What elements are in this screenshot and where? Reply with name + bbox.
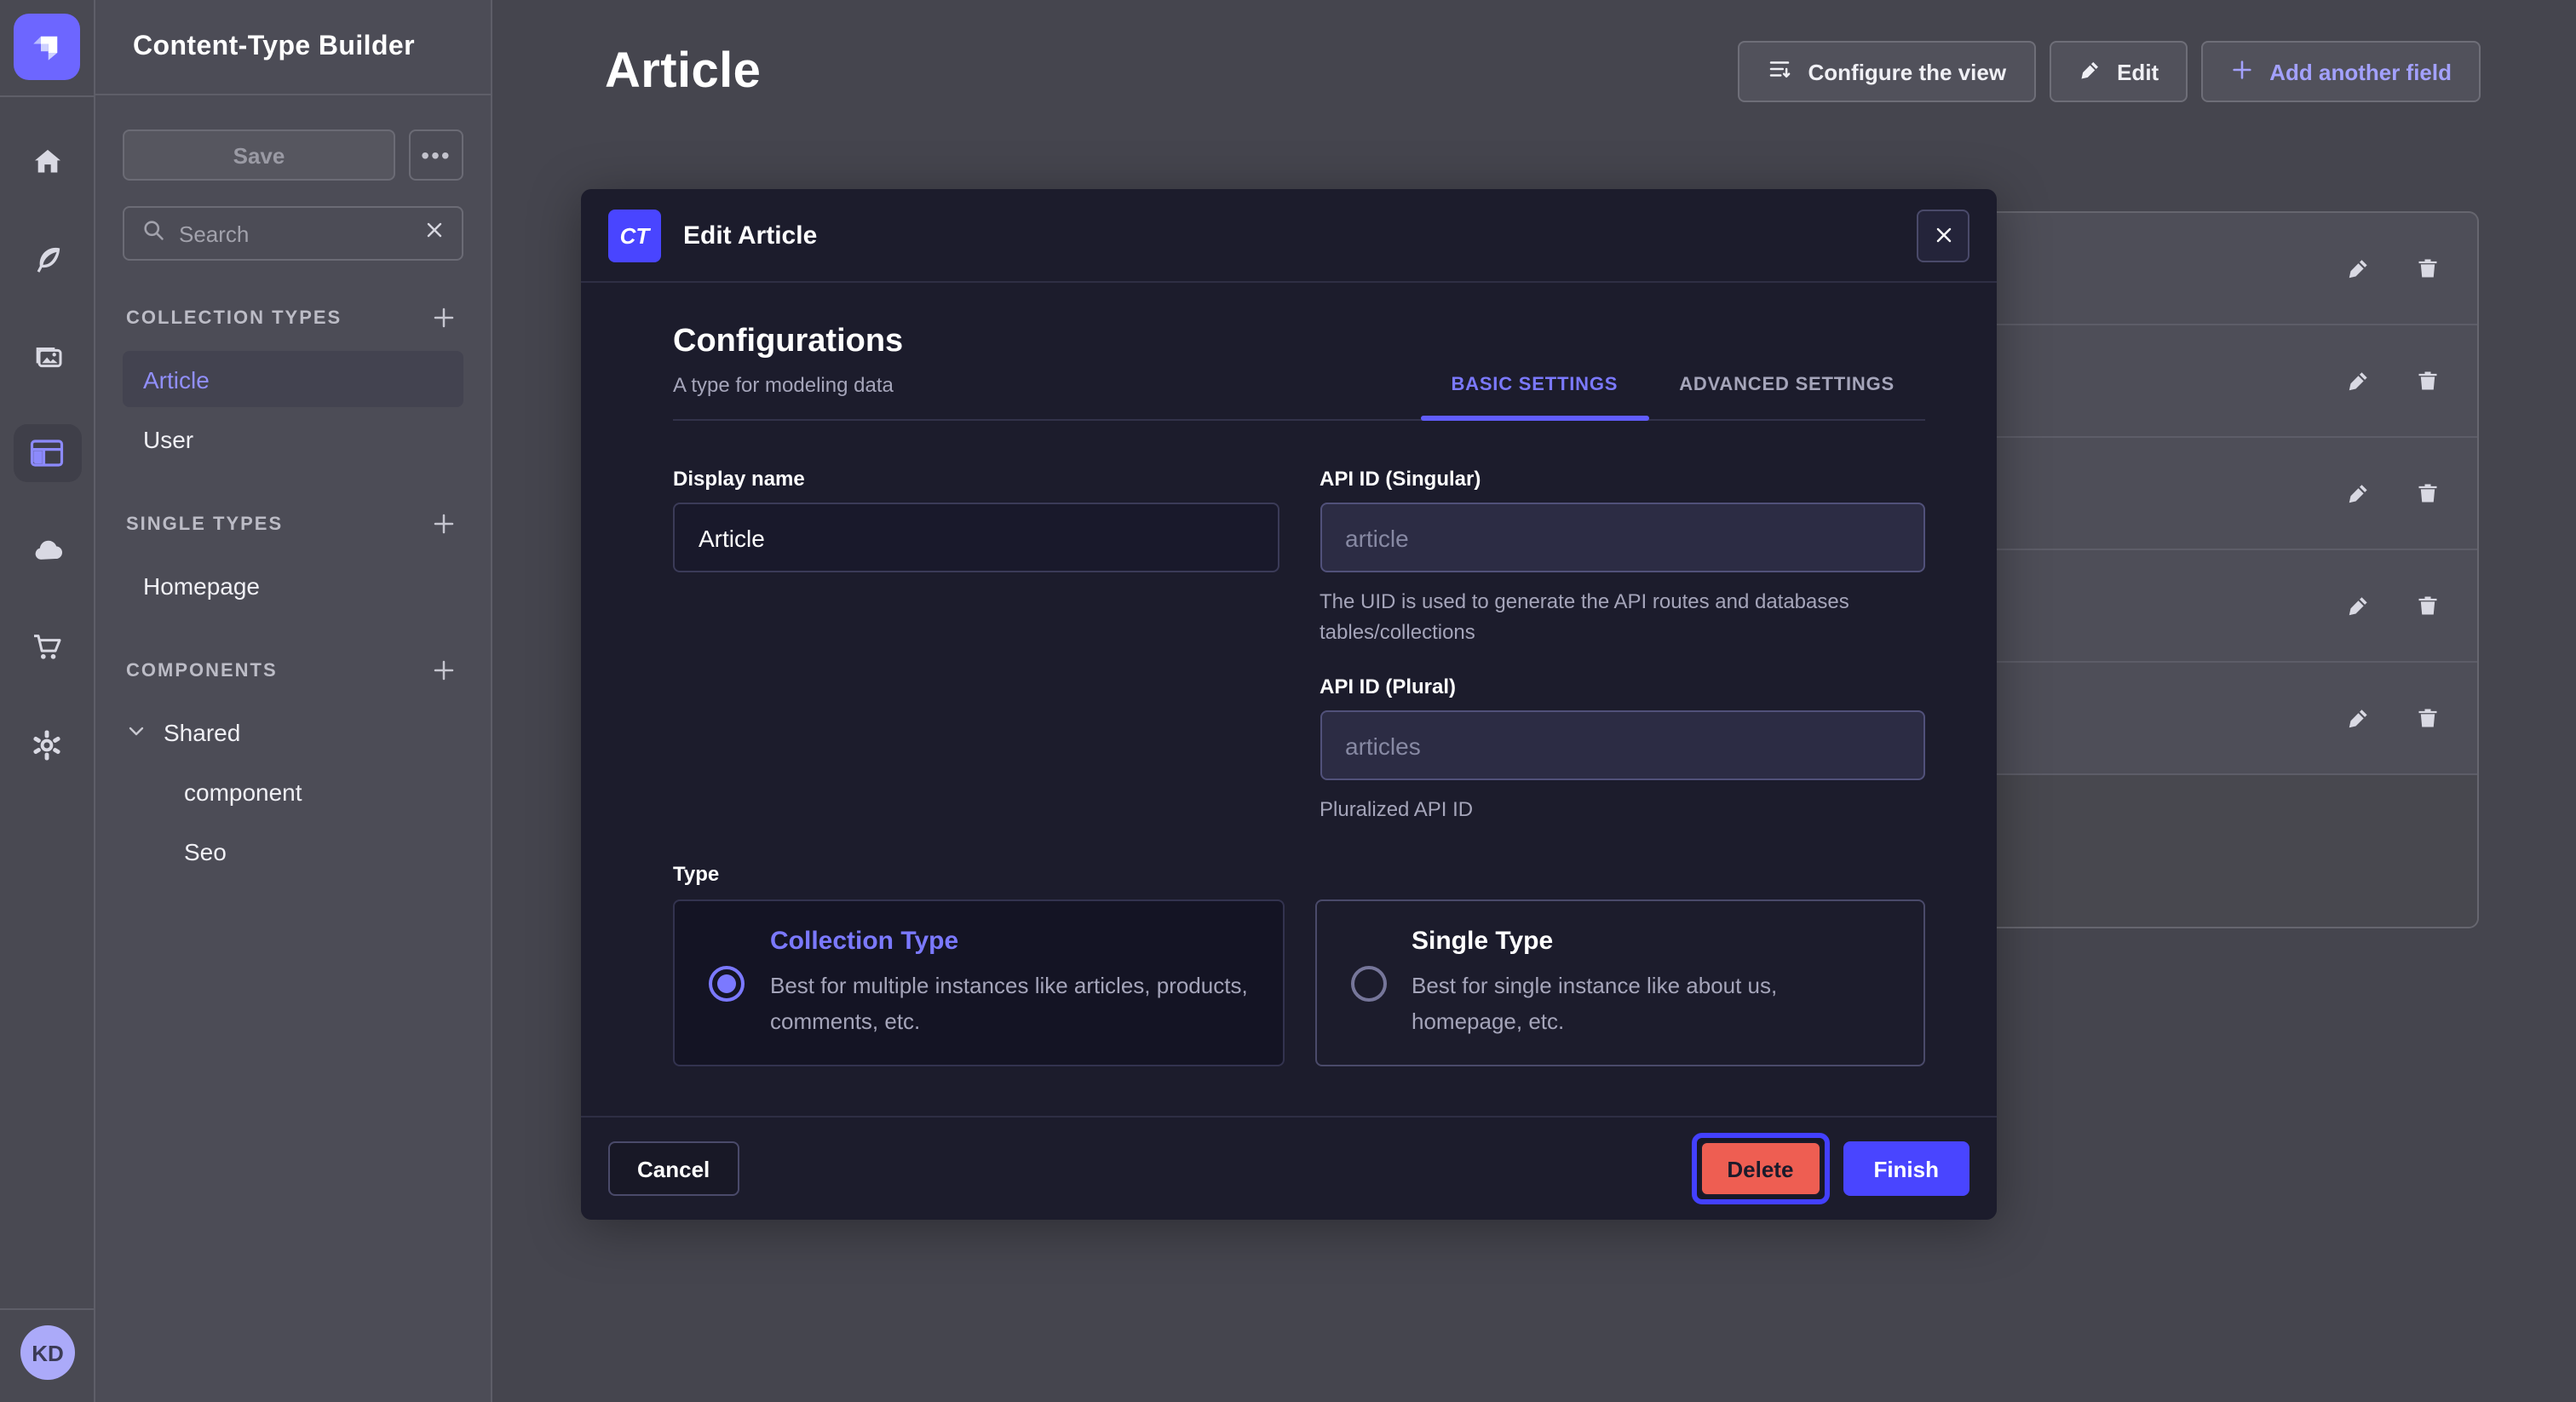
nav-media-library-icon[interactable] xyxy=(13,327,81,385)
display-name-input[interactable] xyxy=(673,503,1279,572)
nav-settings-icon[interactable] xyxy=(13,715,81,773)
nav-home-icon[interactable] xyxy=(13,133,81,191)
delete-button[interactable]: Delete xyxy=(1699,1141,1820,1196)
type-section: Type Collection Type Best for multiple i… xyxy=(673,862,1925,1066)
add-single-type-icon[interactable] xyxy=(428,508,460,540)
sidebar-item-user[interactable]: User xyxy=(123,411,463,467)
search-input[interactable] xyxy=(179,221,411,246)
edit-content-type-modal: CT Edit Article Configurations A type fo… xyxy=(581,189,1997,1220)
sidebar-item-seo[interactable]: Seo xyxy=(123,823,463,879)
rail-footer-divider xyxy=(0,1308,94,1310)
type-label: Type xyxy=(673,862,1925,886)
add-collection-type-icon[interactable] xyxy=(428,302,460,334)
modal-footer: Cancel Delete Finish xyxy=(581,1116,1997,1220)
row-edit-icon[interactable] xyxy=(2343,365,2375,397)
api-id-plural-input xyxy=(1320,710,1925,780)
chevron-down-icon xyxy=(126,718,147,745)
api-id-singular-input xyxy=(1320,503,1925,572)
sidebar-item-homepage[interactable]: Homepage xyxy=(123,557,463,613)
api-id-singular-field: API ID (Singular) The UID is used to gen… xyxy=(1320,467,1925,647)
app-root: KD Content-Type Builder Save ••• COLLECT… xyxy=(0,0,2576,1402)
plugin-header: Content-Type Builder xyxy=(95,0,491,95)
cancel-button[interactable]: Cancel xyxy=(608,1141,739,1196)
close-modal-button[interactable] xyxy=(1917,209,1969,261)
api-id-plural-label: API ID (Plural) xyxy=(1320,675,1925,698)
nav-marketplace-icon[interactable] xyxy=(13,618,81,676)
edit-button[interactable]: Edit xyxy=(2049,41,2188,102)
api-id-singular-label: API ID (Singular) xyxy=(1320,467,1925,491)
add-component-icon[interactable] xyxy=(428,654,460,687)
configurations-subtitle: A type for modeling data xyxy=(673,373,903,397)
toolbar: Configure the view Edit Add another fiel… xyxy=(1739,41,2481,102)
single-type-option[interactable]: Single Type Best for single instance lik… xyxy=(1314,899,1925,1066)
edit-pencil-icon xyxy=(2078,57,2102,86)
radio-selected-icon[interactable] xyxy=(709,965,745,1001)
single-types-heading: SINGLE TYPES xyxy=(126,514,283,534)
single-types-section: SINGLE TYPES Homepage xyxy=(123,508,463,613)
clear-search-icon[interactable] xyxy=(424,218,445,249)
row-delete-icon[interactable] xyxy=(2412,702,2443,734)
nav-cloud-icon[interactable] xyxy=(13,521,81,579)
save-button[interactable]: Save xyxy=(123,129,395,181)
row-delete-icon[interactable] xyxy=(2412,477,2443,509)
row-edit-icon[interactable] xyxy=(2343,589,2375,622)
content-type-badge: CT xyxy=(608,209,661,261)
delete-button-highlight: Delete xyxy=(1691,1133,1829,1204)
row-delete-icon[interactable] xyxy=(2412,365,2443,397)
row-delete-icon[interactable] xyxy=(2412,252,2443,284)
nav-content-manager-icon[interactable] xyxy=(13,230,81,288)
main-nav-rail: KD xyxy=(0,0,95,1402)
row-edit-icon[interactable] xyxy=(2343,702,2375,734)
row-edit-icon[interactable] xyxy=(2343,477,2375,509)
component-group-shared[interactable]: Shared xyxy=(123,704,463,760)
sidebar-item-component[interactable]: component xyxy=(123,763,463,819)
plus-icon xyxy=(2230,57,2254,86)
rail-divider xyxy=(0,95,94,97)
display-name-field: Display name xyxy=(673,467,1279,647)
components-section: COMPONENTS Shared component Seo xyxy=(123,654,463,879)
collection-types-section: COLLECTION TYPES Article User xyxy=(123,302,463,467)
search-field[interactable] xyxy=(123,206,463,261)
plugin-sidebar: Content-Type Builder Save ••• COLLECTION… xyxy=(95,0,492,1402)
configure-view-icon xyxy=(1768,56,1793,87)
modal-header: CT Edit Article xyxy=(581,189,1997,283)
collection-type-title: Collection Type xyxy=(770,928,1248,957)
api-id-plural-hint: Pluralized API ID xyxy=(1320,794,1925,825)
page-title: Article xyxy=(605,43,761,100)
row-delete-icon[interactable] xyxy=(2412,589,2443,622)
collection-type-description: Best for multiple instances like article… xyxy=(770,970,1248,1039)
search-icon xyxy=(141,217,165,250)
single-type-title: Single Type xyxy=(1412,928,1889,957)
api-id-plural-field: API ID (Plural) Pluralized API ID xyxy=(1320,675,1925,825)
tab-basic-settings[interactable]: BASIC SETTINGS xyxy=(1420,375,1648,419)
collection-types-heading: COLLECTION TYPES xyxy=(126,307,342,328)
strapi-logo-icon[interactable] xyxy=(14,14,80,80)
radio-unselected-icon[interactable] xyxy=(1350,965,1386,1001)
nav-content-type-builder-icon[interactable] xyxy=(13,424,81,482)
group-label: Shared xyxy=(164,718,240,745)
modal-title: Edit Article xyxy=(683,221,817,250)
configurations-header: Configurations A type for modeling data … xyxy=(673,324,1925,421)
configurations-title: Configurations xyxy=(673,324,903,361)
add-another-field-button[interactable]: Add another field xyxy=(2201,41,2481,102)
configure-view-button[interactable]: Configure the view xyxy=(1739,41,2036,102)
user-avatar[interactable]: KD xyxy=(20,1325,75,1380)
display-name-label: Display name xyxy=(673,467,1279,491)
plugin-title: Content-Type Builder xyxy=(133,32,415,62)
single-type-description: Best for single instance like about us, … xyxy=(1412,970,1889,1039)
tab-advanced-settings[interactable]: ADVANCED SETTINGS xyxy=(1648,375,1925,419)
sidebar-item-article[interactable]: Article xyxy=(123,351,463,407)
collection-type-option[interactable]: Collection Type Best for multiple instan… xyxy=(673,899,1284,1066)
api-id-singular-hint: The UID is used to generate the API rout… xyxy=(1320,586,1925,647)
components-heading: COMPONENTS xyxy=(126,660,278,681)
more-options-button[interactable]: ••• xyxy=(409,129,463,181)
row-edit-icon[interactable] xyxy=(2343,252,2375,284)
finish-button[interactable]: Finish xyxy=(1843,1141,1969,1196)
settings-tabs: BASIC SETTINGS ADVANCED SETTINGS xyxy=(1420,375,1925,419)
